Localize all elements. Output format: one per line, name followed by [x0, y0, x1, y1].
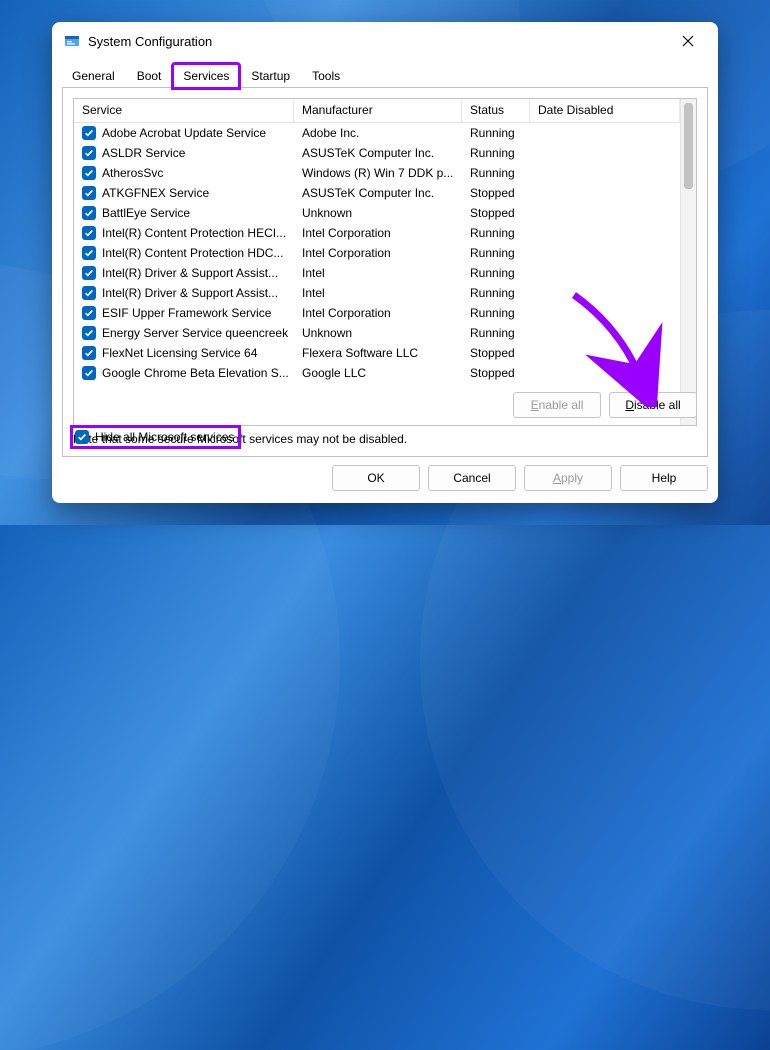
service-manufacturer: Intel Corporation [294, 306, 462, 320]
service-status: Running [462, 166, 530, 180]
service-row[interactable]: ATKGFNEX Service ASUSTeK Computer Inc.Sto… [74, 183, 680, 203]
window-title: System Configuration [88, 34, 666, 49]
tab-general[interactable]: General [62, 64, 125, 88]
service-status: Stopped [462, 206, 530, 220]
service-manufacturer: Intel [294, 266, 462, 280]
service-row[interactable]: ASLDR Service ASUSTeK Computer Inc.Runnin… [74, 143, 680, 163]
service-status: Stopped [462, 366, 530, 380]
vertical-scrollbar[interactable] [680, 99, 696, 425]
close-button[interactable] [666, 26, 710, 56]
service-status: Stopped [462, 346, 530, 360]
checkbox-checked-icon[interactable] [82, 306, 96, 320]
checkbox-checked-icon[interactable] [82, 286, 96, 300]
column-date-disabled[interactable]: Date Disabled [530, 99, 680, 122]
checkbox-checked-icon[interactable] [82, 266, 96, 280]
service-status: Running [462, 126, 530, 140]
tab-services[interactable]: Services [173, 64, 239, 88]
tabstrip: GeneralBootServicesStartupTools [52, 60, 718, 87]
service-manufacturer: Windows (R) Win 7 DDK p... [294, 166, 462, 180]
tab-startup[interactable]: Startup [241, 64, 300, 88]
service-name: Adobe Acrobat Update Service [102, 126, 266, 140]
service-manufacturer: Unknown [294, 206, 462, 220]
service-name: ESIF Upper Framework Service [102, 306, 271, 320]
service-status: Stopped [462, 186, 530, 200]
dialog-buttons: OK Cancel Apply Help [52, 465, 718, 503]
service-name: ATKGFNEX Service [102, 186, 209, 200]
service-row[interactable]: Intel(R) Content Protection HECI... Intel… [74, 223, 680, 243]
apply-button[interactable]: Apply [524, 465, 612, 491]
cancel-button[interactable]: Cancel [428, 465, 516, 491]
service-row[interactable]: Energy Server Service queencreek UnknownR… [74, 323, 680, 343]
tabpage-services: Service Manufacturer Status Date Disable… [62, 87, 708, 457]
ok-button[interactable]: OK [332, 465, 420, 491]
checkbox-checked-icon[interactable] [82, 186, 96, 200]
tab-tools[interactable]: Tools [302, 64, 350, 88]
service-manufacturer: Google LLC [294, 366, 462, 380]
service-manufacturer: Intel Corporation [294, 246, 462, 260]
service-status: Running [462, 326, 530, 340]
checkbox-checked-icon[interactable] [82, 206, 96, 220]
service-row[interactable]: BattlEye Service UnknownStopped [74, 203, 680, 223]
column-service[interactable]: Service [74, 99, 294, 122]
service-name: Intel(R) Content Protection HDC... [102, 246, 283, 260]
service-manufacturer: ASUSTeK Computer Inc. [294, 186, 462, 200]
hide-all-microsoft-services-checkbox[interactable]: Hide all Microsoft services [73, 428, 238, 446]
checkbox-checked-icon[interactable] [82, 146, 96, 160]
service-status: Running [462, 286, 530, 300]
service-name: Energy Server Service queencreek [102, 326, 288, 340]
service-row[interactable]: Google Chrome Beta Elevation S... Google … [74, 363, 680, 383]
service-name: Intel(R) Driver & Support Assist... [102, 266, 278, 280]
checkbox-checked-icon[interactable] [82, 366, 96, 380]
service-row[interactable]: FlexNet Licensing Service 64 Flexera Soft… [74, 343, 680, 363]
tab-boot[interactable]: Boot [127, 64, 172, 88]
service-manufacturer: Intel [294, 286, 462, 300]
service-name: FlexNet Licensing Service 64 [102, 346, 257, 360]
service-status: Running [462, 226, 530, 240]
service-row[interactable]: AtherosSvc Windows (R) Win 7 DDK p...Runn… [74, 163, 680, 183]
service-name: Intel(R) Driver & Support Assist... [102, 286, 278, 300]
service-name: AtherosSvc [102, 166, 163, 180]
checkbox-checked-icon[interactable] [82, 166, 96, 180]
checkbox-checked-icon[interactable] [82, 246, 96, 260]
service-row[interactable]: Intel(R) Driver & Support Assist... Intel… [74, 283, 680, 303]
service-status: Running [462, 306, 530, 320]
service-row[interactable]: Intel(R) Driver & Support Assist... Intel… [74, 263, 680, 283]
checkbox-checked-icon[interactable] [82, 226, 96, 240]
checkbox-checked-icon [75, 430, 89, 444]
services-listview[interactable]: Service Manufacturer Status Date Disable… [73, 98, 697, 426]
service-row[interactable]: ESIF Upper Framework Service Intel Corpor… [74, 303, 680, 323]
disable-all-button[interactable]: Disable all [609, 392, 697, 418]
titlebar: System Configuration [52, 22, 718, 60]
service-status: Running [462, 266, 530, 280]
checkbox-checked-icon[interactable] [82, 346, 96, 360]
checkbox-checked-icon[interactable] [82, 126, 96, 140]
service-status: Running [462, 246, 530, 260]
service-manufacturer: Unknown [294, 326, 462, 340]
service-name: ASLDR Service [102, 146, 185, 160]
service-row[interactable]: Adobe Acrobat Update Service Adobe Inc.Ru… [74, 123, 680, 143]
column-manufacturer[interactable]: Manufacturer [294, 99, 462, 122]
checkbox-checked-icon[interactable] [82, 326, 96, 340]
service-manufacturer: Flexera Software LLC [294, 346, 462, 360]
service-manufacturer: Intel Corporation [294, 226, 462, 240]
close-icon [682, 35, 694, 47]
service-manufacturer: Adobe Inc. [294, 126, 462, 140]
scrollbar-thumb[interactable] [684, 103, 693, 189]
app-icon [64, 33, 80, 49]
column-status[interactable]: Status [462, 99, 530, 122]
service-name: Intel(R) Content Protection HECI... [102, 226, 286, 240]
system-configuration-window: System Configuration GeneralBootServices… [52, 22, 718, 503]
service-name: BattlEye Service [102, 206, 190, 220]
service-manufacturer: ASUSTeK Computer Inc. [294, 146, 462, 160]
service-name: Google Chrome Beta Elevation S... [102, 366, 289, 380]
enable-all-button[interactable]: Enable all [513, 392, 601, 418]
service-status: Running [462, 146, 530, 160]
listview-body: Adobe Acrobat Update ServiceAdobe Inc.Ru… [74, 123, 680, 425]
service-row[interactable]: Intel(R) Content Protection HDC... Intel … [74, 243, 680, 263]
help-button[interactable]: Help [620, 465, 708, 491]
listview-header: Service Manufacturer Status Date Disable… [74, 99, 680, 123]
